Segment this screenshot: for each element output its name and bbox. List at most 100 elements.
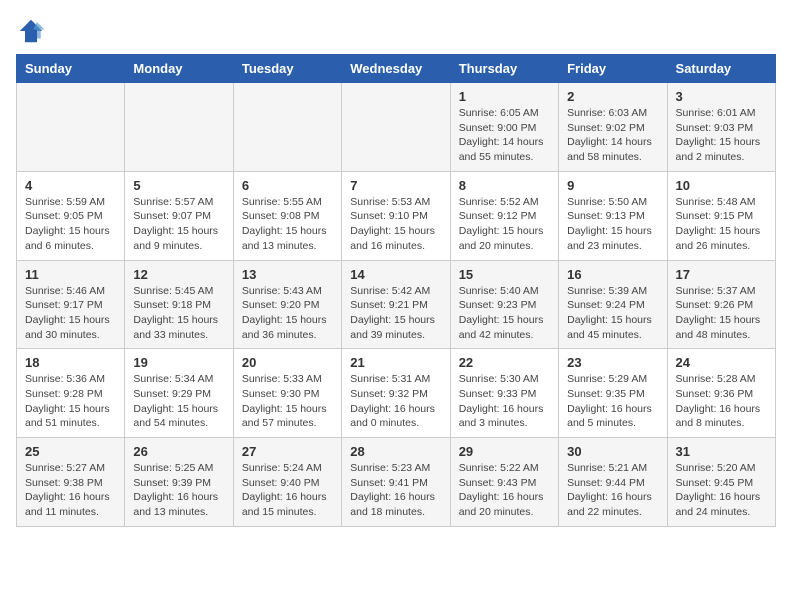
day-number: 2 (567, 89, 658, 104)
calendar-cell: 11 Sunrise: 5:46 AM Sunset: 9:17 PM Dayli… (17, 260, 125, 349)
calendar-cell: 27 Sunrise: 5:24 AM Sunset: 9:40 PM Dayli… (233, 438, 341, 527)
calendar-cell: 4 Sunrise: 5:59 AM Sunset: 9:05 PM Daylig… (17, 171, 125, 260)
calendar-cell (17, 83, 125, 172)
day-info: Sunrise: 5:42 AM Sunset: 9:21 PM Dayligh… (350, 284, 441, 343)
calendar-cell: 9 Sunrise: 5:50 AM Sunset: 9:13 PM Daylig… (559, 171, 667, 260)
day-number: 4 (25, 178, 116, 193)
day-number: 5 (133, 178, 224, 193)
day-info: Sunrise: 5:33 AM Sunset: 9:30 PM Dayligh… (242, 372, 333, 431)
day-info: Sunrise: 5:24 AM Sunset: 9:40 PM Dayligh… (242, 461, 333, 520)
day-number: 26 (133, 444, 224, 459)
day-number: 18 (25, 355, 116, 370)
day-number: 22 (459, 355, 550, 370)
calendar-week-row: 1 Sunrise: 6:05 AM Sunset: 9:00 PM Daylig… (17, 83, 776, 172)
calendar-cell: 5 Sunrise: 5:57 AM Sunset: 9:07 PM Daylig… (125, 171, 233, 260)
calendar-cell: 21Sunrise: 5:31 AM Sunset: 9:32 PM Dayli… (342, 349, 450, 438)
calendar-cell: 30 Sunrise: 5:21 AM Sunset: 9:44 PM Dayli… (559, 438, 667, 527)
day-info: Sunrise: 5:23 AM Sunset: 9:41 PM Dayligh… (350, 461, 441, 520)
calendar-week-row: 25 Sunrise: 5:27 AM Sunset: 9:38 PM Dayli… (17, 438, 776, 527)
day-number: 8 (459, 178, 550, 193)
day-info: Sunrise: 5:25 AM Sunset: 9:39 PM Dayligh… (133, 461, 224, 520)
day-number: 24 (676, 355, 767, 370)
day-number: 14 (350, 267, 441, 282)
day-info: Sunrise: 6:01 AM Sunset: 9:03 PM Dayligh… (676, 106, 767, 165)
day-info: Sunrise: 5:50 AM Sunset: 9:13 PM Dayligh… (567, 195, 658, 254)
calendar-cell: 14 Sunrise: 5:42 AM Sunset: 9:21 PM Dayli… (342, 260, 450, 349)
calendar-cell: 16 Sunrise: 5:39 AM Sunset: 9:24 PM Dayli… (559, 260, 667, 349)
day-info: Sunrise: 5:27 AM Sunset: 9:38 PM Dayligh… (25, 461, 116, 520)
weekday-header-thursday: Thursday (450, 55, 558, 83)
day-info: Sunrise: 5:59 AM Sunset: 9:05 PM Dayligh… (25, 195, 116, 254)
calendar-cell: 2Sunrise: 6:03 AM Sunset: 9:02 PM Daylig… (559, 83, 667, 172)
day-number: 27 (242, 444, 333, 459)
day-info: Sunrise: 5:34 AM Sunset: 9:29 PM Dayligh… (133, 372, 224, 431)
day-info: Sunrise: 5:21 AM Sunset: 9:44 PM Dayligh… (567, 461, 658, 520)
day-info: Sunrise: 5:45 AM Sunset: 9:18 PM Dayligh… (133, 284, 224, 343)
day-info: Sunrise: 5:31 AM Sunset: 9:32 PM Dayligh… (350, 372, 441, 431)
calendar-cell: 26 Sunrise: 5:25 AM Sunset: 9:39 PM Dayli… (125, 438, 233, 527)
calendar-cell: 13 Sunrise: 5:43 AM Sunset: 9:20 PM Dayli… (233, 260, 341, 349)
day-info: Sunrise: 5:43 AM Sunset: 9:20 PM Dayligh… (242, 284, 333, 343)
calendar-cell (342, 83, 450, 172)
day-number: 16 (567, 267, 658, 282)
day-info: Sunrise: 5:28 AM Sunset: 9:36 PM Dayligh… (676, 372, 767, 431)
weekday-header-saturday: Saturday (667, 55, 775, 83)
calendar-cell: 3Sunrise: 6:01 AM Sunset: 9:03 PM Daylig… (667, 83, 775, 172)
page-header (16, 16, 776, 46)
day-number: 7 (350, 178, 441, 193)
calendar-cell (125, 83, 233, 172)
day-number: 6 (242, 178, 333, 193)
day-number: 9 (567, 178, 658, 193)
day-number: 17 (676, 267, 767, 282)
day-number: 10 (676, 178, 767, 193)
calendar-cell: 15 Sunrise: 5:40 AM Sunset: 9:23 PM Dayli… (450, 260, 558, 349)
calendar-cell: 25 Sunrise: 5:27 AM Sunset: 9:38 PM Dayli… (17, 438, 125, 527)
calendar-cell: 22 Sunrise: 5:30 AM Sunset: 9:33 PM Dayli… (450, 349, 558, 438)
weekday-header-tuesday: Tuesday (233, 55, 341, 83)
day-info: Sunrise: 5:48 AM Sunset: 9:15 PM Dayligh… (676, 195, 767, 254)
logo-icon (16, 16, 46, 46)
calendar-cell: 1 Sunrise: 6:05 AM Sunset: 9:00 PM Daylig… (450, 83, 558, 172)
day-info: Sunrise: 5:52 AM Sunset: 9:12 PM Dayligh… (459, 195, 550, 254)
calendar-cell: 20 Sunrise: 5:33 AM Sunset: 9:30 PM Dayli… (233, 349, 341, 438)
day-info: Sunrise: 5:22 AM Sunset: 9:43 PM Dayligh… (459, 461, 550, 520)
calendar-table: SundayMondayTuesdayWednesdayThursdayFrid… (16, 54, 776, 527)
day-number: 15 (459, 267, 550, 282)
day-number: 12 (133, 267, 224, 282)
day-info: Sunrise: 5:30 AM Sunset: 9:33 PM Dayligh… (459, 372, 550, 431)
day-info: Sunrise: 5:40 AM Sunset: 9:23 PM Dayligh… (459, 284, 550, 343)
day-info: Sunrise: 5:37 AM Sunset: 9:26 PM Dayligh… (676, 284, 767, 343)
calendar-cell: 23 Sunrise: 5:29 AM Sunset: 9:35 PM Dayli… (559, 349, 667, 438)
day-number: 1 (459, 89, 550, 104)
calendar-cell: 31Sunrise: 5:20 AM Sunset: 9:45 PM Dayli… (667, 438, 775, 527)
day-number: 29 (459, 444, 550, 459)
calendar-week-row: 18Sunrise: 5:36 AM Sunset: 9:28 PM Dayli… (17, 349, 776, 438)
calendar-cell: 19Sunrise: 5:34 AM Sunset: 9:29 PM Dayli… (125, 349, 233, 438)
calendar-cell: 12 Sunrise: 5:45 AM Sunset: 9:18 PM Dayli… (125, 260, 233, 349)
day-info: Sunrise: 5:55 AM Sunset: 9:08 PM Dayligh… (242, 195, 333, 254)
calendar-cell: 18Sunrise: 5:36 AM Sunset: 9:28 PM Dayli… (17, 349, 125, 438)
day-number: 23 (567, 355, 658, 370)
day-number: 25 (25, 444, 116, 459)
calendar-cell: 29 Sunrise: 5:22 AM Sunset: 9:43 PM Dayli… (450, 438, 558, 527)
day-number: 11 (25, 267, 116, 282)
day-info: Sunrise: 5:46 AM Sunset: 9:17 PM Dayligh… (25, 284, 116, 343)
calendar-cell: 6 Sunrise: 5:55 AM Sunset: 9:08 PM Daylig… (233, 171, 341, 260)
weekday-header-wednesday: Wednesday (342, 55, 450, 83)
day-info: Sunrise: 5:57 AM Sunset: 9:07 PM Dayligh… (133, 195, 224, 254)
calendar-cell: 7Sunrise: 5:53 AM Sunset: 9:10 PM Daylig… (342, 171, 450, 260)
logo (16, 16, 50, 46)
day-number: 28 (350, 444, 441, 459)
weekday-header-monday: Monday (125, 55, 233, 83)
calendar-cell: 8 Sunrise: 5:52 AM Sunset: 9:12 PM Daylig… (450, 171, 558, 260)
day-info: Sunrise: 5:39 AM Sunset: 9:24 PM Dayligh… (567, 284, 658, 343)
day-info: Sunrise: 5:29 AM Sunset: 9:35 PM Dayligh… (567, 372, 658, 431)
day-number: 13 (242, 267, 333, 282)
calendar-cell: 28 Sunrise: 5:23 AM Sunset: 9:41 PM Dayli… (342, 438, 450, 527)
day-number: 30 (567, 444, 658, 459)
calendar-cell: 17 Sunrise: 5:37 AM Sunset: 9:26 PM Dayli… (667, 260, 775, 349)
calendar-header-row: SundayMondayTuesdayWednesdayThursdayFrid… (17, 55, 776, 83)
day-number: 20 (242, 355, 333, 370)
calendar-cell (233, 83, 341, 172)
day-info: Sunrise: 6:05 AM Sunset: 9:00 PM Dayligh… (459, 106, 550, 165)
